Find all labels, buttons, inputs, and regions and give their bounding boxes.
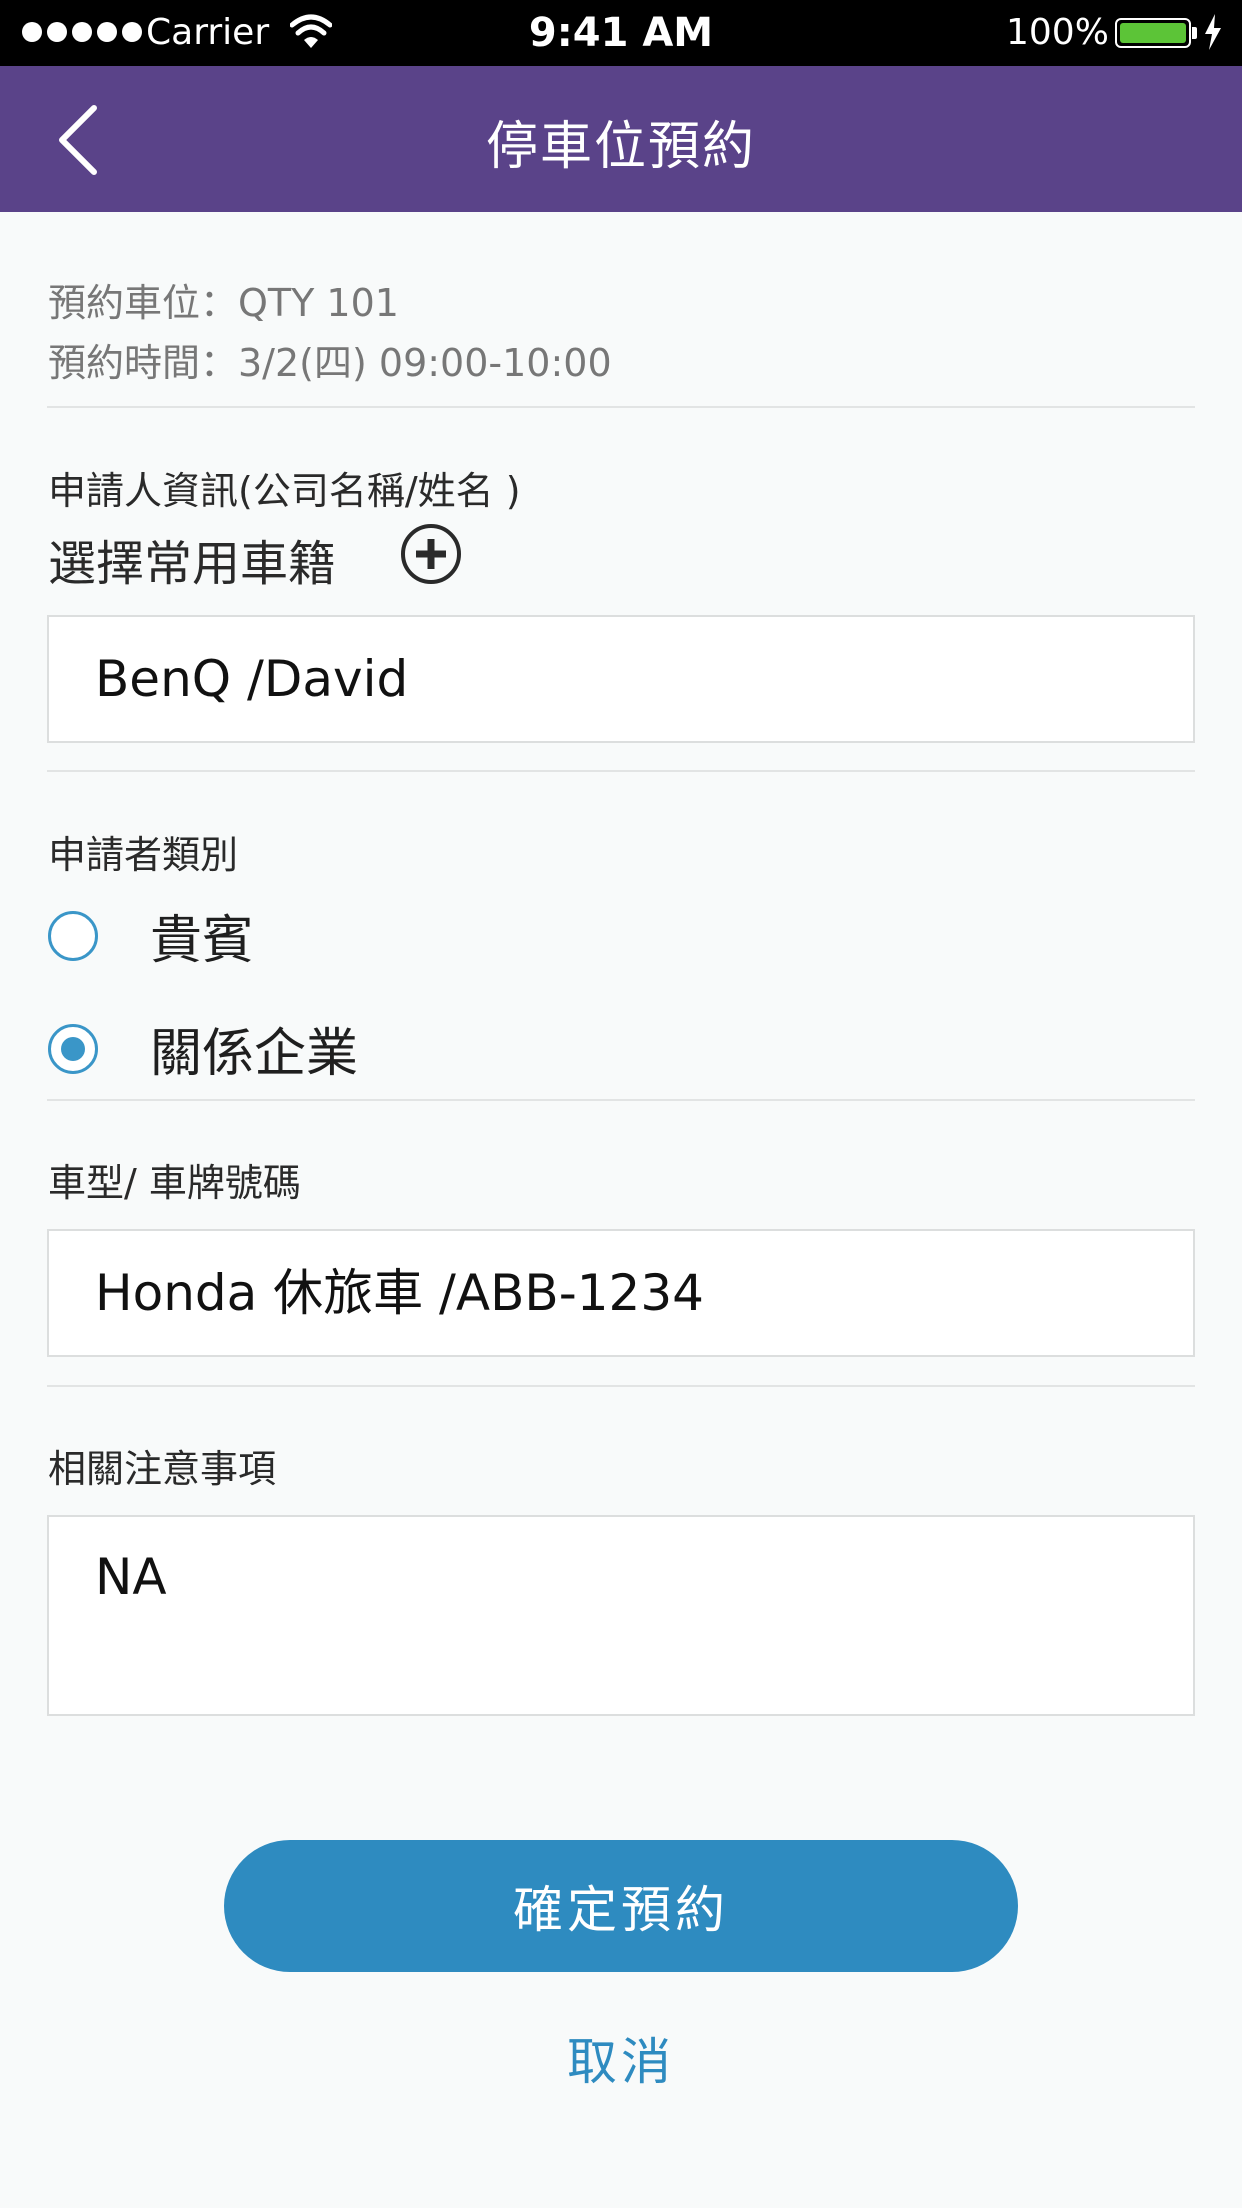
confirm-reservation-button[interactable]: 確定預約 <box>224 1840 1018 1972</box>
radio-label-affiliate: 關係企業 <box>150 1024 359 1084</box>
charging-bolt-icon <box>1205 14 1221 50</box>
radio-option-vip[interactable]: 貴賓 <box>48 898 254 973</box>
vehicle-plate-field[interactable]: Honda 休旅車 /ABB-1234 <box>47 1229 1195 1357</box>
choose-saved-vehicle-label: 選擇常用車籍 <box>48 536 337 592</box>
radio-label-vip: 貴賓 <box>150 911 255 971</box>
radio-button[interactable] <box>48 910 98 961</box>
status-bar: Carrier 9:41 AM 100% <box>0 0 1242 66</box>
applicant-info-label: 申請人資訊(公司名稱/姓名 ) <box>48 469 521 513</box>
plus-circle-icon[interactable] <box>400 523 462 585</box>
reserved-space-text: 預約車位：QTY 101 <box>48 281 399 325</box>
notes-textarea[interactable]: NA <box>47 1515 1195 1716</box>
vehicle-plate-label: 車型/ 車牌號碼 <box>48 1161 301 1205</box>
nav-bar: 停車位預約 <box>0 66 1242 212</box>
divider <box>47 406 1195 408</box>
radio-button-checked[interactable] <box>48 1023 98 1074</box>
divider <box>47 770 1195 772</box>
battery-tip <box>1192 27 1197 39</box>
radio-option-affiliate[interactable]: 關係企業 <box>48 1011 358 1086</box>
applicant-category-label: 申請者類別 <box>48 833 239 877</box>
battery-percent: 100% <box>1006 12 1109 53</box>
cancel-link[interactable]: 取消 <box>0 2022 1242 2094</box>
applicant-info-field[interactable]: BenQ /David <box>47 615 1195 743</box>
page-title: 停車位預約 <box>485 117 756 177</box>
battery-icon <box>1115 18 1191 48</box>
divider <box>47 1385 1195 1387</box>
reserved-time-text: 預約時間：3/2(四) 09:00-10:00 <box>48 341 612 385</box>
divider <box>47 1099 1195 1101</box>
notes-label: 相關注意事項 <box>48 1447 277 1491</box>
